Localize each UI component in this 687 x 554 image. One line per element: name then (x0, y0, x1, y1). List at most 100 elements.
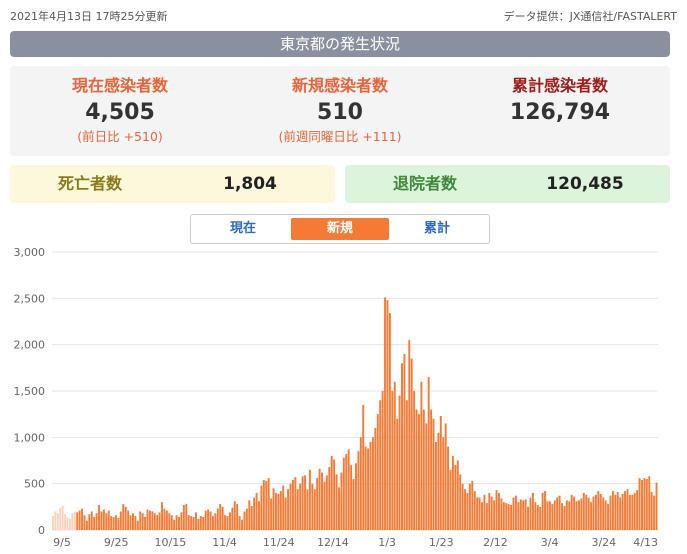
bar (279, 491, 282, 530)
bar (556, 497, 559, 530)
bar (241, 519, 243, 530)
bar (291, 479, 294, 530)
bar (587, 497, 590, 530)
bar (250, 505, 253, 530)
bar (68, 518, 71, 530)
bar (481, 502, 483, 530)
bar (619, 497, 622, 530)
bar (231, 507, 234, 530)
bar (461, 483, 464, 530)
tab-total[interactable]: 累計 (388, 218, 486, 240)
x-tick-label: 4/13 (633, 536, 658, 549)
bar (386, 300, 389, 530)
x-tick-label: 1/3 (378, 536, 396, 549)
bar (636, 490, 639, 530)
bar (119, 511, 122, 530)
bar (546, 501, 549, 530)
bar (115, 515, 117, 530)
bar (478, 497, 481, 530)
bar (107, 510, 110, 530)
bar (270, 498, 273, 530)
bar (418, 414, 420, 530)
bar (54, 511, 57, 530)
bar (214, 513, 217, 530)
bar (444, 423, 447, 530)
bar (611, 491, 614, 530)
top-line: 2021年4月13日 17時25分更新 データ提供：JX通信社/FASTALER… (10, 8, 677, 24)
bar (175, 515, 178, 530)
bar (355, 463, 357, 530)
bar (621, 493, 624, 530)
bar (61, 505, 64, 530)
bar (626, 489, 629, 530)
bar (422, 409, 425, 530)
tab-new[interactable]: 新規 (291, 218, 389, 240)
bar (607, 504, 610, 530)
bar (117, 517, 120, 530)
bar (500, 498, 503, 530)
bar (112, 517, 115, 530)
bar (139, 511, 142, 530)
bar (590, 502, 593, 530)
bar (459, 474, 462, 530)
stat-current-label: 現在感染者数 (71, 76, 168, 95)
new-cases-chart: 0 500 1,000 1,500 2,000 2,500 3,000 9/5 9/25 10/1… (14, 246, 658, 549)
bar (367, 448, 370, 530)
bar (129, 515, 132, 530)
stats-panel: 現在感染者数 4,505 (前日比 +510) 新規感染者数 510 (前週同曜… (10, 66, 670, 156)
bar (391, 391, 394, 530)
bar (580, 498, 583, 530)
tab-current[interactable]: 現在 (194, 218, 292, 240)
x-tick-label: 9/5 (53, 536, 71, 549)
bar (432, 418, 435, 530)
bar (485, 503, 488, 530)
y-tick-label: 2,500 (14, 292, 46, 305)
bar (226, 516, 229, 530)
bar (335, 474, 338, 530)
bar (541, 492, 544, 530)
bar (170, 515, 173, 530)
bar (323, 481, 326, 530)
bar (553, 500, 556, 530)
bar (141, 513, 144, 530)
bar (204, 510, 207, 530)
y-tick-label: 1,000 (14, 431, 46, 444)
bar (449, 469, 452, 530)
bar (488, 492, 491, 530)
bar (565, 500, 568, 530)
bar (321, 472, 323, 530)
bar (476, 497, 479, 530)
bar (558, 495, 561, 530)
update-time: 2021年4月13日 17時25分更新 (10, 10, 168, 23)
stat-total-label: 累計感染者数 (511, 76, 608, 95)
bar (653, 495, 656, 530)
deaths-box: 死亡者数 1,804 (10, 165, 335, 203)
bar (124, 506, 127, 530)
bar (342, 457, 345, 530)
bar (408, 340, 411, 530)
x-tick-label: 2/12 (483, 536, 508, 549)
bar (570, 494, 573, 530)
bar (483, 494, 486, 530)
bar (190, 516, 193, 530)
bar (127, 510, 130, 530)
x-tick-label: 10/15 (155, 536, 187, 549)
bar (95, 513, 98, 530)
stat-total: 累計感染者数 126,794 (450, 74, 670, 128)
bar (522, 500, 525, 530)
bar (262, 479, 265, 530)
bar (357, 451, 360, 530)
bar (468, 483, 471, 530)
bar (539, 506, 542, 530)
bar (272, 488, 275, 530)
bar (178, 517, 180, 530)
bar (328, 466, 331, 530)
deaths-value: 1,804 (223, 174, 277, 194)
bar (180, 512, 183, 530)
bar (609, 495, 612, 530)
bar (85, 520, 88, 530)
bar (122, 504, 125, 530)
bar (374, 428, 377, 530)
bar (352, 479, 355, 530)
bar (158, 512, 161, 530)
